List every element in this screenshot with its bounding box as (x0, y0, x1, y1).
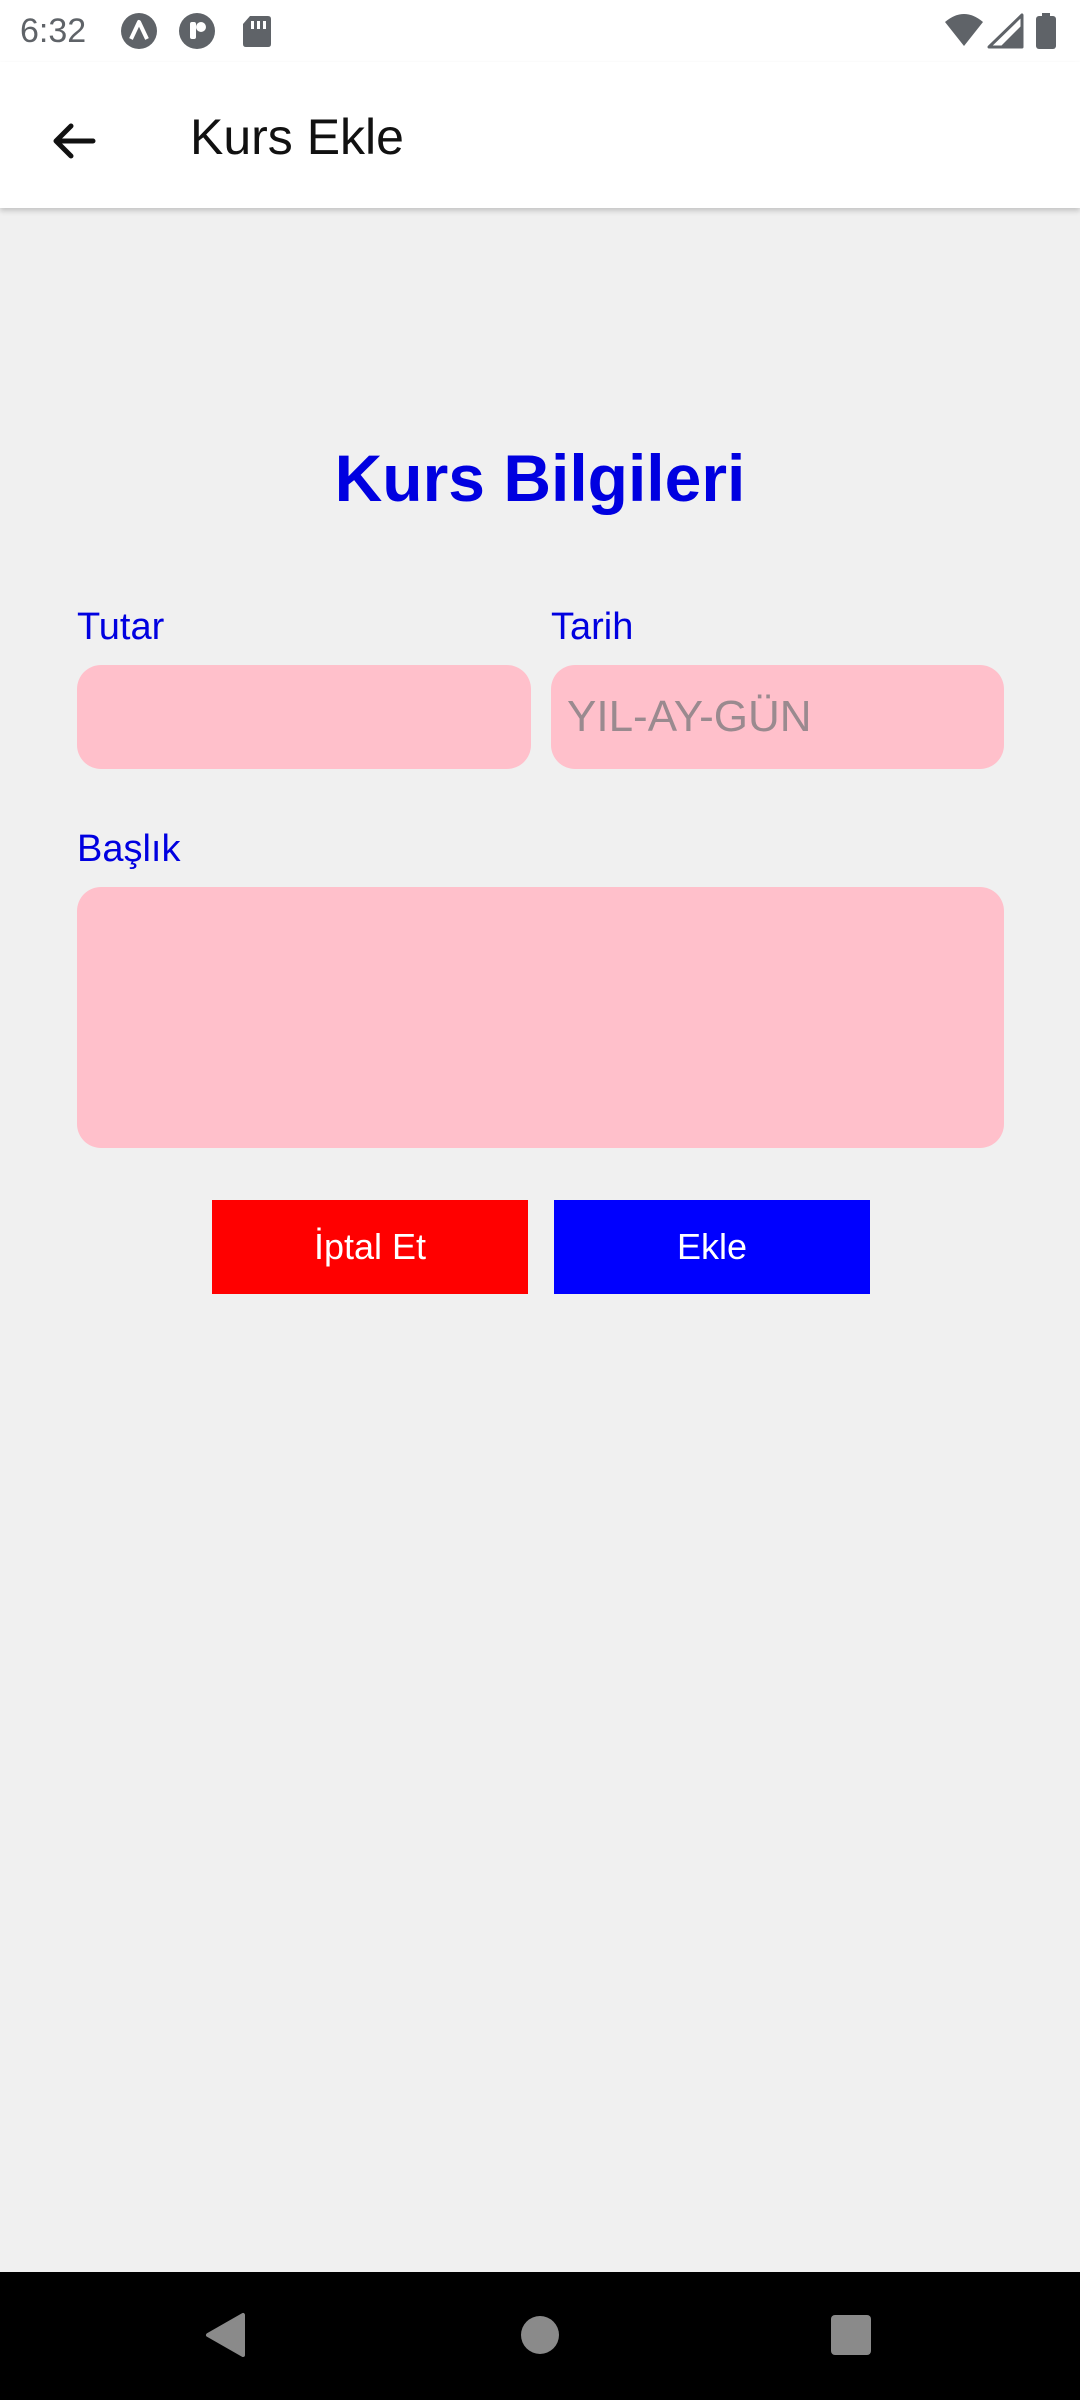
back-button[interactable] (30, 100, 116, 186)
app-bar: Kurs Ekle (0, 62, 1080, 208)
cell-signal-icon (986, 12, 1024, 50)
system-nav-bar (0, 2272, 1080, 2400)
title-input[interactable] (77, 887, 1004, 1148)
nav-home-icon (519, 2314, 561, 2361)
nav-back-button[interactable] (190, 2302, 260, 2372)
nav-recents-icon (830, 2314, 872, 2361)
cancel-button[interactable]: İptal Et (212, 1200, 528, 1294)
status-time: 6:32 (20, 12, 87, 50)
add-button[interactable]: Ekle (554, 1200, 870, 1294)
amount-input[interactable] (77, 665, 531, 769)
date-input[interactable] (551, 665, 1004, 769)
arrow-back-icon (49, 117, 97, 170)
page-title: Kurs Ekle (190, 109, 404, 165)
nav-recents-button[interactable] (816, 2302, 886, 2372)
sd-card-icon (238, 12, 276, 50)
battery-icon (1034, 12, 1058, 50)
title-label: Başlık (77, 828, 181, 870)
pocket-icon (178, 12, 216, 50)
nav-home-button[interactable] (505, 2302, 575, 2372)
amount-label: Tutar (77, 606, 165, 648)
date-label: Tarih (551, 606, 634, 648)
wifi-icon (944, 12, 984, 50)
app-notification-icon (120, 12, 158, 50)
section-heading: Kurs Bilgileri (334, 441, 746, 515)
nav-back-icon (203, 2311, 247, 2364)
status-bar: 6:32 (0, 0, 1080, 62)
